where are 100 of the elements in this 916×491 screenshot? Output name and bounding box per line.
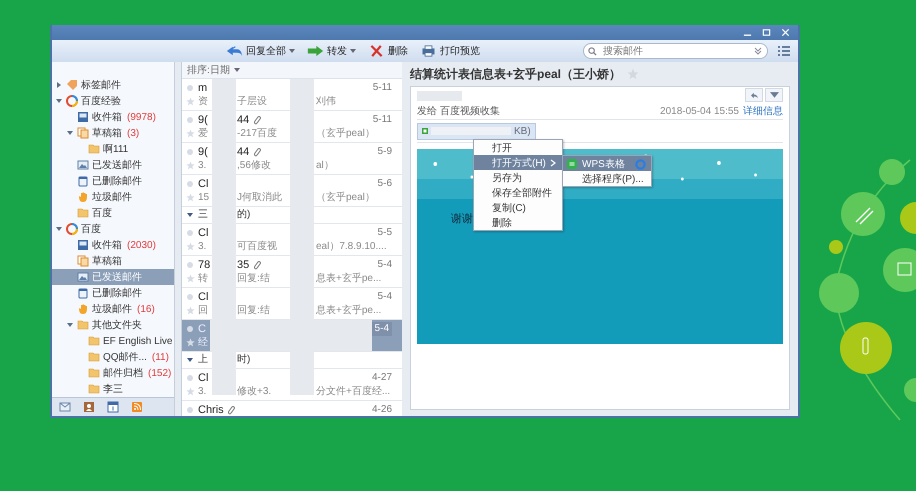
preview-text: 爱 xyxy=(198,127,208,141)
sender-text: C xyxy=(198,322,206,336)
double-chevron-icon[interactable] xyxy=(753,46,763,56)
star-icon[interactable] xyxy=(186,161,195,170)
star-icon[interactable] xyxy=(186,193,195,202)
preview-text: 转 xyxy=(198,272,208,286)
folder-icon xyxy=(88,143,100,155)
sender-text: Chris xyxy=(198,403,224,416)
star-icon[interactable] xyxy=(186,387,195,396)
toolbar-button[interactable]: 打印预览 xyxy=(418,42,482,60)
star-icon[interactable] xyxy=(186,97,195,106)
menu-item[interactable]: 保存全部附件 xyxy=(474,185,562,200)
star-icon[interactable] xyxy=(186,242,195,251)
star-icon[interactable] xyxy=(186,306,195,315)
expanded-arrow-icon[interactable] xyxy=(66,321,74,329)
expanded-arrow-icon[interactable] xyxy=(55,97,63,105)
folder-item[interactable]: 草稿箱 (3) xyxy=(52,125,174,141)
folder-item[interactable]: 百度 xyxy=(52,205,174,221)
maximize-icon[interactable] xyxy=(762,28,771,37)
folder-item[interactable]: QQ邮件... (11) xyxy=(52,349,174,365)
folder-item[interactable]: 百度 xyxy=(52,221,174,237)
sender-text: Cl xyxy=(198,290,208,304)
spreadsheet-app-icon xyxy=(567,158,577,168)
folder-item[interactable]: 啊111 xyxy=(52,141,174,157)
calendar-icon[interactable] xyxy=(107,401,119,413)
read-dot-icon xyxy=(187,149,193,155)
message-subject: 结算统计表信息表+玄乎peal（王小娇） xyxy=(410,66,622,82)
folder-label: 草稿箱 xyxy=(92,126,122,140)
menu-item[interactable]: WPS表格 xyxy=(563,156,651,171)
close-icon[interactable] xyxy=(781,28,790,37)
folder-item[interactable]: 收件箱 (2030) xyxy=(52,237,174,253)
folder-label: 已发送邮件 xyxy=(92,270,142,284)
folder-item[interactable]: 邮件归档 (152) xyxy=(52,365,174,381)
menu-icon[interactable] xyxy=(778,46,790,56)
expanded-arrow-icon[interactable] xyxy=(55,225,63,233)
folder-label: EF English Live xyxy=(103,336,172,346)
folder-item[interactable]: 收件箱 (9978) xyxy=(52,109,174,125)
star-icon[interactable] xyxy=(186,338,195,347)
preview-text: al） xyxy=(316,159,334,173)
star-icon[interactable] xyxy=(186,274,195,283)
folder-item[interactable]: 垃圾邮件 xyxy=(52,189,174,205)
folder-item[interactable]: 已删除邮件 xyxy=(52,285,174,301)
preview-text: 刈伟 xyxy=(316,95,336,109)
folder-item[interactable]: 其他文件夹 xyxy=(52,317,174,333)
folder-item[interactable]: 标签邮件 xyxy=(52,77,174,93)
menu-item[interactable]: 另存为 xyxy=(474,170,562,185)
reply-button[interactable] xyxy=(745,88,763,102)
menu-item[interactable]: 打开方式(H) xyxy=(474,155,562,170)
toolbar-button[interactable]: 删除 xyxy=(366,42,410,60)
expanded-arrow-icon[interactable] xyxy=(186,211,194,219)
attachment-chip[interactable]: KB) xyxy=(417,122,536,140)
rss-icon[interactable] xyxy=(131,401,143,413)
preview-text: -217百度 xyxy=(237,127,278,141)
preview-text: （玄乎peal） xyxy=(316,127,375,141)
tag-icon xyxy=(66,79,78,91)
details-link[interactable]: 详细信息 xyxy=(743,104,783,118)
sender-text: Cl xyxy=(198,177,208,191)
toolbar-button[interactable]: 转发 xyxy=(305,42,358,60)
folder-icon xyxy=(77,207,89,219)
folder-item[interactable]: 已删除邮件 xyxy=(52,173,174,189)
unread-count: (2030) xyxy=(127,240,156,250)
menu-item[interactable]: 删除 xyxy=(474,215,562,230)
expanded-arrow-icon[interactable] xyxy=(186,356,194,364)
folder-item[interactable]: 李三 xyxy=(52,381,174,397)
preview-text: 回 xyxy=(198,304,208,318)
menu-item[interactable]: 选择程序(P)... xyxy=(563,171,651,186)
folder-label: 草稿箱 xyxy=(92,254,122,268)
mail-icon[interactable] xyxy=(59,401,71,413)
toolbar-button[interactable]: 回复全部 xyxy=(224,42,297,60)
attachment-size: KB) xyxy=(514,126,531,136)
search-field[interactable]: 搜索邮件 xyxy=(583,43,768,59)
collapsed-arrow-icon[interactable] xyxy=(55,81,63,89)
folder-icon xyxy=(88,383,100,395)
sender-text: 44 xyxy=(237,145,250,159)
date-text: 5-4 xyxy=(378,290,392,304)
folder-item[interactable]: 草稿箱 xyxy=(52,253,174,269)
folder-item[interactable]: 已发送邮件 xyxy=(52,157,174,173)
expanded-arrow-icon[interactable] xyxy=(66,129,74,137)
sort-dropdown[interactable]: 排序:日期 xyxy=(182,62,402,79)
contacts-icon[interactable] xyxy=(83,401,95,413)
folder-label: 已发送邮件 xyxy=(92,158,142,172)
read-dot-icon xyxy=(187,375,193,381)
folder-label: 垃圾邮件 xyxy=(92,190,132,204)
menu-item[interactable]: 打开 xyxy=(474,140,562,155)
folder-item[interactable]: 垃圾邮件 (16) xyxy=(52,301,174,317)
folder-label: 收件箱 xyxy=(92,111,122,124)
preview-text: 3. xyxy=(198,240,206,254)
preview-text: 息表+玄乎pe... xyxy=(316,304,382,318)
folder-icon xyxy=(88,367,100,379)
sender-text: m xyxy=(198,81,208,95)
folder-item[interactable]: 百度经验 xyxy=(52,93,174,109)
star-icon[interactable] xyxy=(186,129,195,138)
menu-item[interactable]: 复制(C) xyxy=(474,200,562,215)
x-icon xyxy=(368,45,385,57)
date-text: 5-11 xyxy=(372,113,392,127)
folder-item[interactable]: EF English Live xyxy=(52,333,174,349)
drafts-icon xyxy=(77,127,89,139)
unread-count: (152) xyxy=(148,368,172,378)
more-button[interactable] xyxy=(765,88,783,102)
reply-icon xyxy=(750,92,758,98)
